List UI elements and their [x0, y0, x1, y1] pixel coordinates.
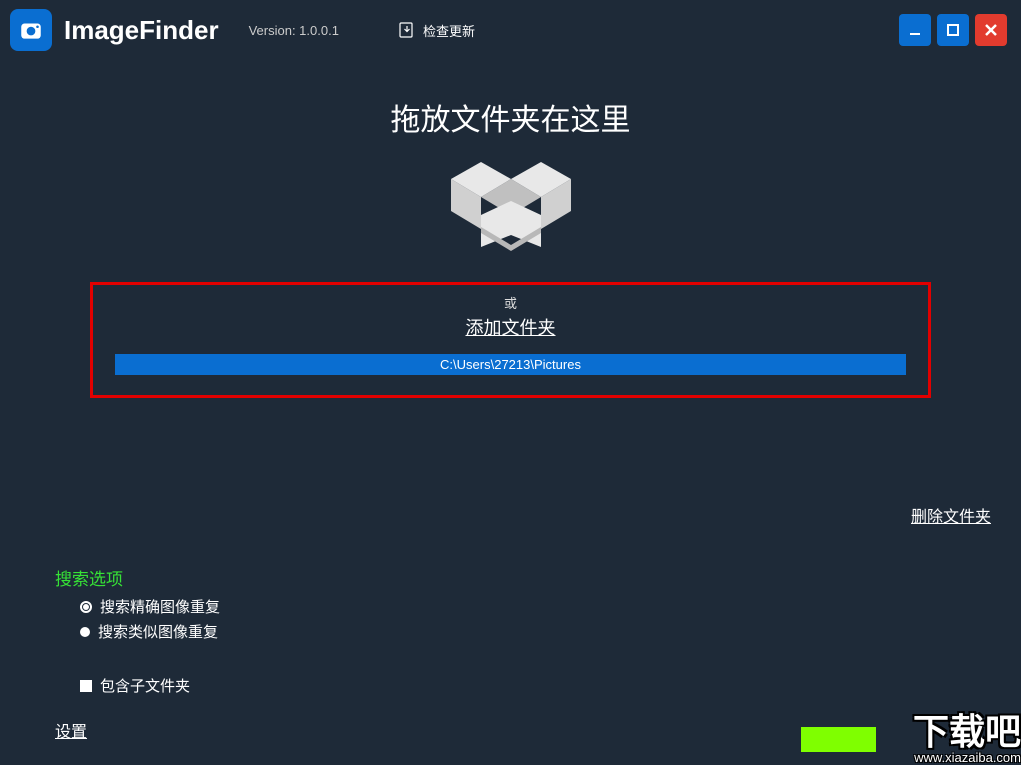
maximize-button[interactable] [937, 14, 969, 46]
maximize-icon [946, 23, 960, 37]
watermark-text: 下载吧 [913, 714, 1021, 750]
drop-zone-icon-container[interactable] [0, 157, 1021, 272]
watermark-url: www.xiazaiba.com [913, 750, 1021, 765]
minimize-icon [908, 23, 922, 37]
minimize-button[interactable] [899, 14, 931, 46]
radio-similar-duplicates[interactable]: 搜索类似图像重复 [80, 621, 220, 642]
scan-button[interactable] [801, 727, 876, 752]
version-label: Version: 1.0.0.1 [249, 23, 339, 38]
close-button[interactable] [975, 14, 1007, 46]
delete-folder-link[interactable]: 删除文件夹 [911, 503, 991, 527]
search-options-title: 搜索选项 [55, 565, 123, 590]
radio-exact-label: 搜索精确图像重复 [100, 596, 220, 617]
watermark: 下载吧 www.xiazaiba.com [913, 714, 1021, 765]
update-icon [399, 22, 417, 38]
checkbox-subfolders-label: 包含子文件夹 [100, 675, 190, 696]
checkbox-include-subfolders[interactable]: 包含子文件夹 [80, 675, 190, 696]
radio-similar-label: 搜索类似图像重复 [98, 621, 218, 642]
titlebar: ImageFinder Version: 1.0.0.1 检查更新 [0, 0, 1021, 60]
dropbox-icon [451, 157, 571, 267]
checkbox-icon [80, 680, 92, 692]
radio-icon [80, 627, 90, 637]
drop-zone-title: 拖放文件夹在这里 [0, 95, 1021, 139]
or-text: 或 [103, 293, 918, 312]
checkbox-include-subfolders-row: 包含子文件夹 [80, 675, 190, 700]
selected-folder-path[interactable]: C:\Users\27213\Pictures [115, 354, 906, 375]
add-folder-link[interactable]: 添加文件夹 [466, 314, 556, 340]
search-options-group: 搜索精确图像重复 搜索类似图像重复 [80, 596, 220, 646]
radio-exact-duplicates[interactable]: 搜索精确图像重复 [80, 596, 220, 617]
window-controls [899, 14, 1011, 46]
check-update-button[interactable]: 检查更新 [399, 21, 475, 40]
radio-icon [80, 601, 92, 613]
check-update-label: 检查更新 [423, 21, 475, 40]
close-icon [984, 23, 998, 37]
settings-link[interactable]: 设置 [55, 718, 87, 742]
highlighted-area: 或 添加文件夹 C:\Users\27213\Pictures [90, 282, 931, 398]
app-title: ImageFinder [64, 15, 219, 46]
app-logo [10, 9, 52, 51]
camera-icon [18, 17, 44, 43]
